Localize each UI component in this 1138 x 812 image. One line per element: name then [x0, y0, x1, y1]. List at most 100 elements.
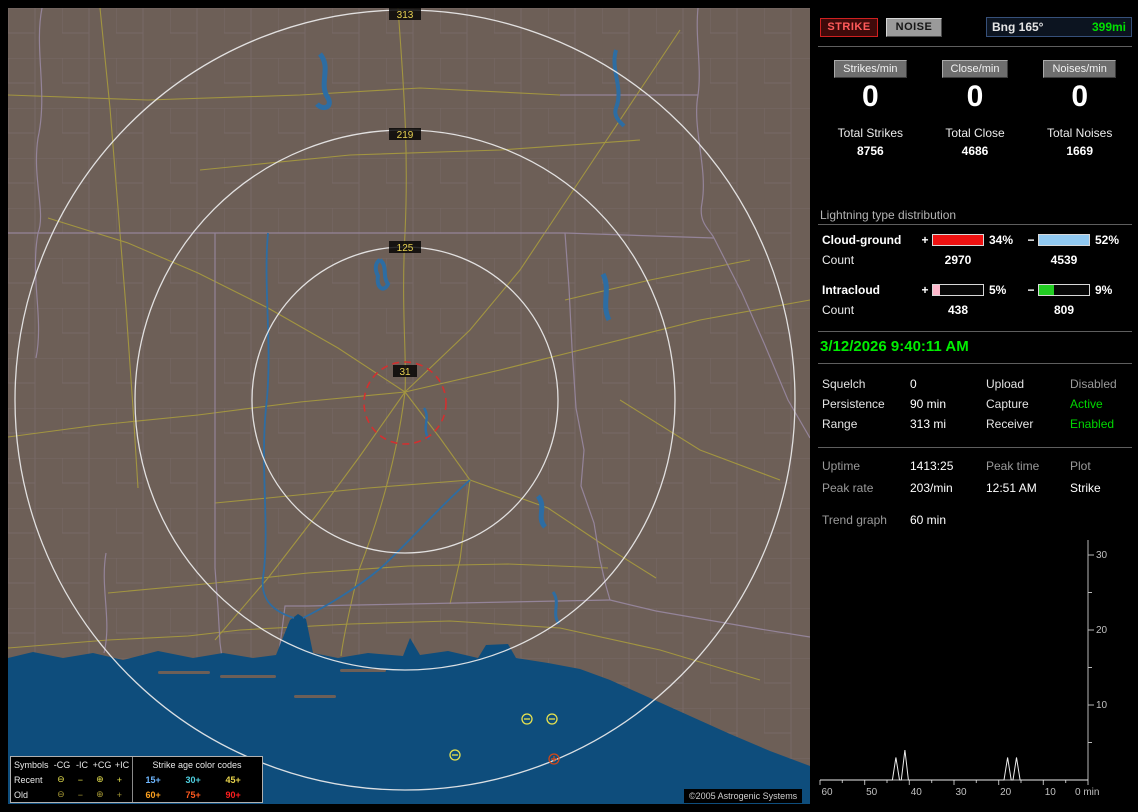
noises-per-min-column: Noises/min 0 Total Noises 1669 [1027, 60, 1132, 158]
trend-graph-row: Trend graph 60 min [822, 512, 1132, 528]
nexstorm-window: 313 219 125 31 Symbols -CG -IC +CG +IC S… [0, 0, 1138, 812]
legend-col-nic: -IC [76, 759, 88, 770]
neg-ic-recent-icon: − [77, 774, 83, 785]
panel-top-row: STRIKE NOISE Bng 165° 399mi [818, 16, 1132, 38]
age-30: 30+ [185, 774, 201, 785]
strikes-per-min-button[interactable]: Strikes/min [834, 60, 907, 78]
legend-col-pcg: +CG [92, 759, 112, 770]
legend-header-row: Symbols -CG -IC +CG +IC Strike age color… [11, 757, 262, 772]
legend-old-ages: 60+ 75+ 90+ [133, 790, 262, 800]
legend-recent-row: Recent ⊖ − ⊕ + 15+ 30+ 45+ [11, 772, 262, 787]
legend-old-label: Old [14, 789, 29, 800]
ic-positive-count: 438 [947, 303, 969, 317]
capture-value: Active [1070, 397, 1103, 411]
pos-cg-old-icon: ⊕ [96, 789, 104, 799]
noises-per-min-button[interactable]: Noises/min [1043, 60, 1116, 78]
neg-ic-old-icon: − [77, 789, 83, 800]
separator [818, 331, 1132, 332]
plot-label: Plot [1070, 459, 1091, 473]
map-area[interactable]: 313 219 125 31 Symbols -CG -IC +CG +IC S… [8, 8, 810, 804]
bearing-distance: 399mi [1091, 20, 1126, 34]
cg-positive-count: 2970 [944, 253, 972, 267]
cg-positive-pct: 34% [989, 233, 1014, 247]
cg-positive-bar [932, 234, 984, 246]
bearing-label: Bng 165° [992, 20, 1044, 34]
range-label: Range [822, 417, 858, 431]
plot-value: Strike [1070, 481, 1101, 495]
neg-cg-old-icon: ⊖ [57, 789, 65, 799]
svg-text:219: 219 [397, 130, 414, 141]
copyright-notice: ©2005 Astrogenic Systems [684, 789, 803, 803]
noise-mode-button[interactable]: NOISE [886, 17, 942, 37]
ring-label-219: 219 [389, 128, 421, 141]
intracloud-count-row: Count 438 809 [822, 303, 1132, 317]
peak-time-value: 12:51 AM [986, 481, 1037, 495]
total-close-label: Total Close [945, 126, 1005, 140]
trend-graph: 30 20 10 60 50 40 30 20 10 0 min [819, 540, 1108, 798]
capture-label: Capture [986, 397, 1029, 411]
svg-text:50: 50 [866, 787, 878, 798]
legend-symbols-header: Symbols [14, 759, 49, 770]
svg-text:10: 10 [1045, 787, 1057, 798]
stats-panel: STRIKE NOISE Bng 165° 399mi Strikes/min … [818, 8, 1132, 804]
receiver-label: Receiver [986, 417, 1034, 431]
cg-count-label: Count [822, 253, 855, 267]
status-block: Uptime 1413:25 Peak time Plot Peak rate … [818, 455, 1132, 499]
rate-counters: Strikes/min 0 Total Strikes 8756 Close/m… [818, 60, 1132, 158]
ic-positive-pct: 5% [989, 283, 1007, 297]
legend-col-pic: +IC [114, 759, 130, 770]
ic-negative-bar [1038, 284, 1090, 296]
status-row: Uptime 1413:25 Peak time Plot [822, 455, 1132, 477]
svg-text:0 min: 0 min [1075, 787, 1099, 798]
age-90: 90+ [225, 789, 241, 800]
peak-time-label: Peak time [986, 459, 1040, 473]
plus-sign: + [921, 283, 929, 297]
legend-divider [132, 757, 133, 802]
trend-major-ticks [819, 554, 1094, 785]
total-strikes-label: Total Strikes [837, 126, 904, 140]
trend-series [820, 749, 1088, 781]
svg-text:20: 20 [1096, 625, 1108, 636]
ic-negative-bar-fill [1039, 285, 1054, 295]
pos-cg-recent-icon: ⊕ [96, 774, 104, 784]
squelch-label: Squelch [822, 377, 866, 391]
legend-old-row: Old ⊖ − ⊕ + 60+ 75+ 90+ [11, 787, 262, 802]
age-15: 15+ [145, 774, 161, 785]
ring-label-31: 31 [393, 365, 417, 378]
ic-count-label: Count [822, 303, 855, 317]
settings-block: Squelch 0 Upload Disabled Persistence 90… [818, 374, 1132, 434]
close-per-min-button[interactable]: Close/min [941, 60, 1009, 78]
svg-text:30: 30 [955, 787, 967, 798]
intracloud-label: Intracloud [822, 283, 881, 297]
ring-label-313: 313 [389, 8, 421, 21]
trend-graph-window: 60 min [910, 513, 947, 527]
cloud-ground-count-row: Count 2970 4539 [822, 253, 1132, 267]
plus-sign: + [921, 233, 929, 247]
peak-rate-label: Peak rate [822, 481, 874, 495]
legend-recent-ages: 15+ 30+ 45+ [133, 775, 262, 785]
svg-text:313: 313 [397, 10, 414, 21]
settings-row: Persistence 90 min Capture Active [822, 394, 1132, 414]
lightning-map[interactable]: 313 219 125 31 [8, 8, 810, 804]
close-per-min-value: 0 [966, 80, 984, 113]
close-per-min-column: Close/min 0 Total Close 4686 [923, 60, 1028, 158]
minus-sign: − [1027, 283, 1035, 297]
total-strikes-value: 8756 [856, 144, 884, 158]
upload-label: Upload [986, 377, 1025, 391]
cloud-ground-label: Cloud-ground [822, 233, 902, 247]
bearing-display: Bng 165° 399mi [986, 17, 1132, 37]
squelch-value: 0 [910, 377, 917, 391]
ic-negative-pct: 9% [1095, 283, 1113, 297]
persistence-value: 90 min [910, 397, 947, 411]
separator [818, 363, 1132, 364]
svg-text:10: 10 [1096, 700, 1108, 711]
legend-col-ncg: -CG [53, 759, 71, 770]
strike-mode-button[interactable]: STRIKE [820, 17, 878, 37]
svg-text:40: 40 [911, 787, 923, 798]
separator [818, 46, 1132, 47]
peak-rate-value: 203/min [910, 481, 953, 495]
cg-negative-pct: 52% [1095, 233, 1120, 247]
age-45: 45+ [225, 774, 241, 785]
svg-text:31: 31 [399, 367, 411, 378]
age-75: 75+ [185, 789, 201, 800]
